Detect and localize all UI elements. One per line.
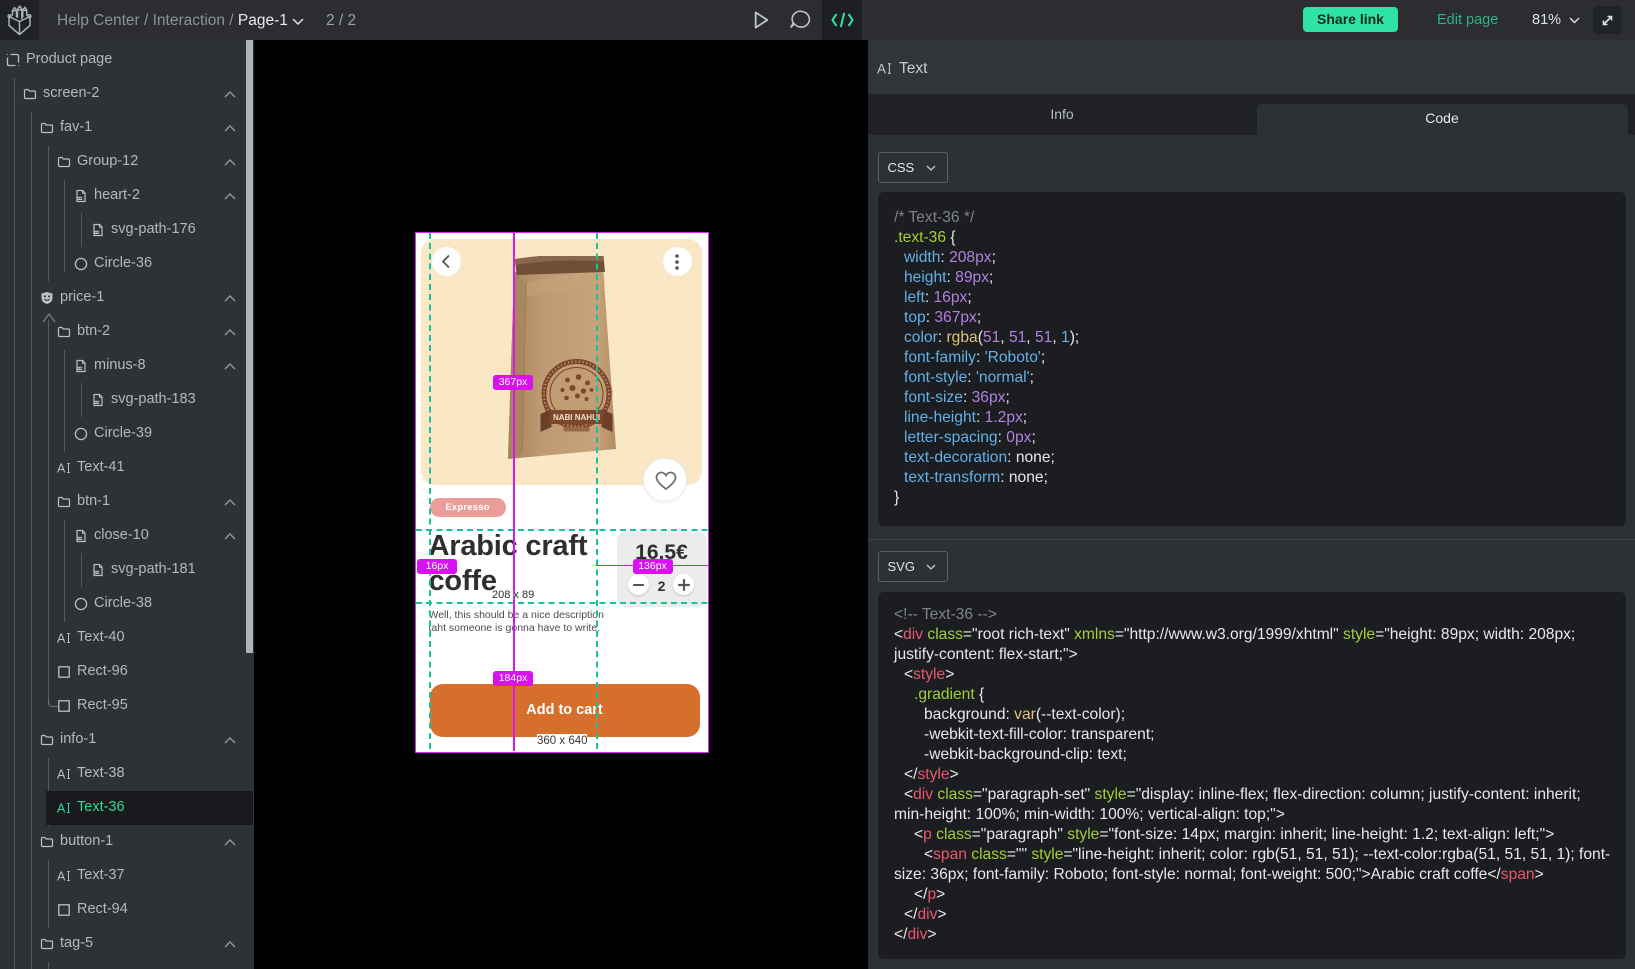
svg-text:A: A <box>877 62 886 77</box>
